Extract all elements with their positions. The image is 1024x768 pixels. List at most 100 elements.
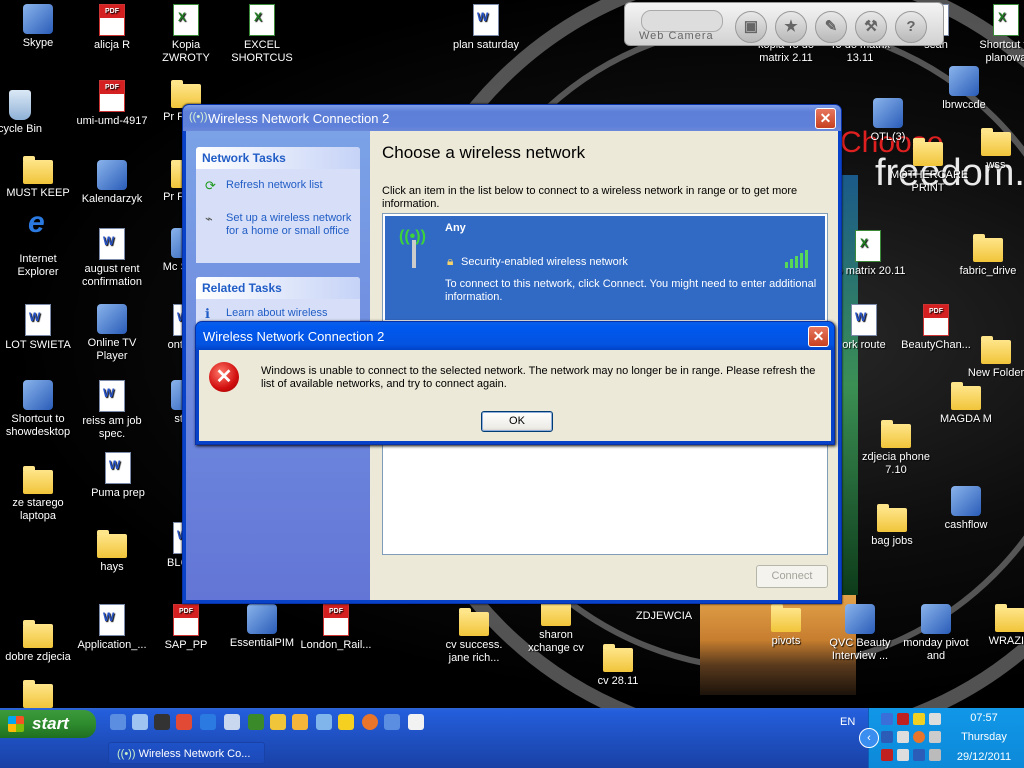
desktop-icon[interactable]: Online TV Player [74, 304, 150, 363]
desktop-icon[interactable]: august rent confirmation [74, 228, 150, 289]
ok-button[interactable]: OK [481, 411, 553, 432]
quicklaunch-app-icon[interactable] [224, 714, 240, 730]
app-icon [921, 604, 951, 634]
desktop-icon[interactable]: hays [74, 530, 150, 574]
desktop-icon[interactable]: plan saturday [448, 4, 524, 52]
refresh-network-list-label: Refresh network list [226, 179, 323, 191]
desktop-icon[interactable]: bag jobs [854, 504, 930, 548]
tray-alert-icon[interactable] [881, 749, 893, 761]
tray-expand-icon[interactable]: ‹ [859, 728, 879, 748]
quicklaunch-network-icon[interactable] [316, 714, 332, 730]
desktop-icon[interactable]: London_Rail... [298, 604, 374, 652]
desktop-icon[interactable]: MAGDA M [928, 382, 1004, 426]
desktop-icon[interactable]: alicja R [74, 4, 150, 52]
quicklaunch-tree-icon[interactable] [248, 714, 264, 730]
star-icon[interactable]: ★ [775, 11, 807, 43]
desktop-icon[interactable]: zdjecia phone 7.10 [858, 420, 934, 477]
help-icon[interactable]: ? [895, 11, 927, 43]
window-titlebar[interactable]: ((•)) Wireless Network Connection 2 ✕ [183, 105, 841, 131]
desktop-icon[interactable]: wss [958, 128, 1024, 172]
webcam-icon[interactable] [641, 10, 723, 32]
tray-display-icon[interactable] [897, 749, 909, 761]
desktop-icon[interactable]: Internet Explorer [0, 216, 76, 279]
desktop-icon[interactable]: SAP_PP [148, 604, 224, 652]
quicklaunch-folder-icon[interactable] [270, 714, 286, 730]
desktop-icon[interactable]: Shortcut to planowa [968, 4, 1024, 65]
dialog-close-button[interactable]: ✕ [808, 326, 829, 347]
tray-security-icon[interactable] [897, 713, 909, 725]
tray-wifi-icon[interactable] [913, 749, 925, 761]
desktop-icon[interactable]: umi-umd-4917 [74, 80, 150, 128]
desktop-icon[interactable]: reiss am job spec. [74, 380, 150, 441]
language-indicator[interactable]: EN [840, 716, 855, 728]
tray-bluetooth-icon[interactable] [881, 731, 893, 743]
desktop-icon-label: Internet Explorer [17, 253, 59, 278]
desktop-icon[interactable]: cv success. jane rich... [436, 608, 512, 665]
desktop-icon[interactable]: dobre zdjecia [0, 620, 76, 664]
folder-icon [541, 598, 571, 626]
pdf-icon [323, 604, 349, 636]
quicklaunch-star-icon[interactable] [338, 714, 354, 730]
desktop-icon[interactable]: MOTHERCARE PRINT [890, 138, 968, 195]
tray-device-icon[interactable] [897, 731, 909, 743]
taskbar-item-wireless[interactable]: ((•)) Wireless Network Co... [108, 742, 265, 764]
tray-volume-icon[interactable] [929, 713, 941, 725]
desktop-icon[interactable]: EXCEL SHORTCUS [224, 4, 300, 65]
quicklaunch-firefox-icon[interactable] [362, 714, 378, 730]
related-tasks-header: Related Tasks [196, 277, 360, 299]
start-button[interactable]: start [0, 710, 96, 738]
quicklaunch-console-icon[interactable] [154, 714, 170, 730]
desktop-icon[interactable]: cycle Bin [0, 90, 58, 136]
tray-app-icon[interactable] [929, 731, 941, 743]
desktop-icon[interactable]: LOT SWIETA [0, 304, 76, 352]
desktop-icon[interactable]: pivots [748, 604, 824, 648]
xls-icon [855, 230, 881, 262]
quicklaunch-notes-icon[interactable] [408, 714, 424, 730]
dialog-titlebar[interactable]: Wireless Network Connection 2 ✕ [196, 322, 834, 350]
clock-time[interactable]: 07:57 [945, 712, 1023, 724]
tray-shield-icon[interactable] [913, 713, 925, 725]
desktop-icon[interactable]: Application_... [74, 604, 150, 652]
desktop-icon[interactable]: Skype [0, 4, 76, 50]
desktop-icon[interactable]: QVC Beauty Interview ... [822, 604, 898, 663]
desktop-icon[interactable]: EssentialPIM [224, 604, 300, 650]
desktop-icon[interactable]: ZDJEWCIA [626, 610, 702, 623]
desktop-icon[interactable]: Kalendarzyk [74, 160, 150, 206]
quicklaunch-search-icon[interactable] [292, 714, 308, 730]
desktop-icon-label: umi-umd-4917 [76, 115, 148, 127]
quicklaunch-refresh-icon[interactable] [384, 714, 400, 730]
person-icon[interactable]: ▣ [735, 11, 767, 43]
desktop-icon[interactable]: WRAZIE [972, 604, 1024, 648]
tray-network-icon[interactable] [881, 713, 893, 725]
refresh-network-list-link[interactable]: ⟳ Refresh network list [196, 175, 360, 196]
quicklaunch-media-icon[interactable] [132, 714, 148, 730]
desktop-icon[interactable]: MUST KEEP [0, 156, 76, 200]
desktop-icon[interactable]: cashflow [928, 486, 1004, 532]
quicklaunch-google-icon[interactable] [176, 714, 192, 730]
quicklaunch-ie-icon[interactable] [200, 714, 216, 730]
desktop-icon[interactable]: monday pivot and [898, 604, 974, 663]
network-list-item[interactable]: ((•)) Any 🔒︎ Security-enabled wireless n… [385, 216, 825, 320]
desktop-icon[interactable]: ze starego laptopa [0, 466, 76, 523]
connect-button[interactable]: Connect [756, 565, 828, 588]
wrench-icon[interactable]: ⚒ [855, 11, 887, 43]
desktop-icon[interactable] [0, 680, 76, 711]
desktop-icon[interactable]: Kopia ZWROTY [148, 4, 224, 65]
desktop-icon[interactable]: lbrwccde [926, 66, 1002, 112]
setup-wireless-network-link[interactable]: ⌁ Set up a wireless network for a home o… [196, 208, 360, 242]
desktop-icon-label: bag jobs [871, 535, 913, 547]
desktop-icon[interactable]: New Folder [958, 336, 1024, 380]
desktop-icon[interactable]: Puma prep [80, 452, 156, 500]
folder-icon [771, 604, 801, 632]
window-close-button[interactable]: ✕ [815, 108, 836, 129]
tray-update-icon[interactable] [913, 731, 925, 743]
desktop-icon[interactable]: fabric_drive [950, 234, 1024, 278]
desktop-icon[interactable]: Shortcut to showdesktop [0, 380, 76, 439]
signal-strength-icon [785, 248, 815, 268]
quicklaunch-desktop-icon[interactable] [110, 714, 126, 730]
edit-icon[interactable]: ✎ [815, 11, 847, 43]
desktop-icon-label: fabric_drive [959, 265, 1017, 277]
xls-icon [173, 4, 199, 36]
desktop-icon[interactable]: cv 28.11 [580, 644, 656, 688]
tray-power-icon[interactable] [929, 749, 941, 761]
